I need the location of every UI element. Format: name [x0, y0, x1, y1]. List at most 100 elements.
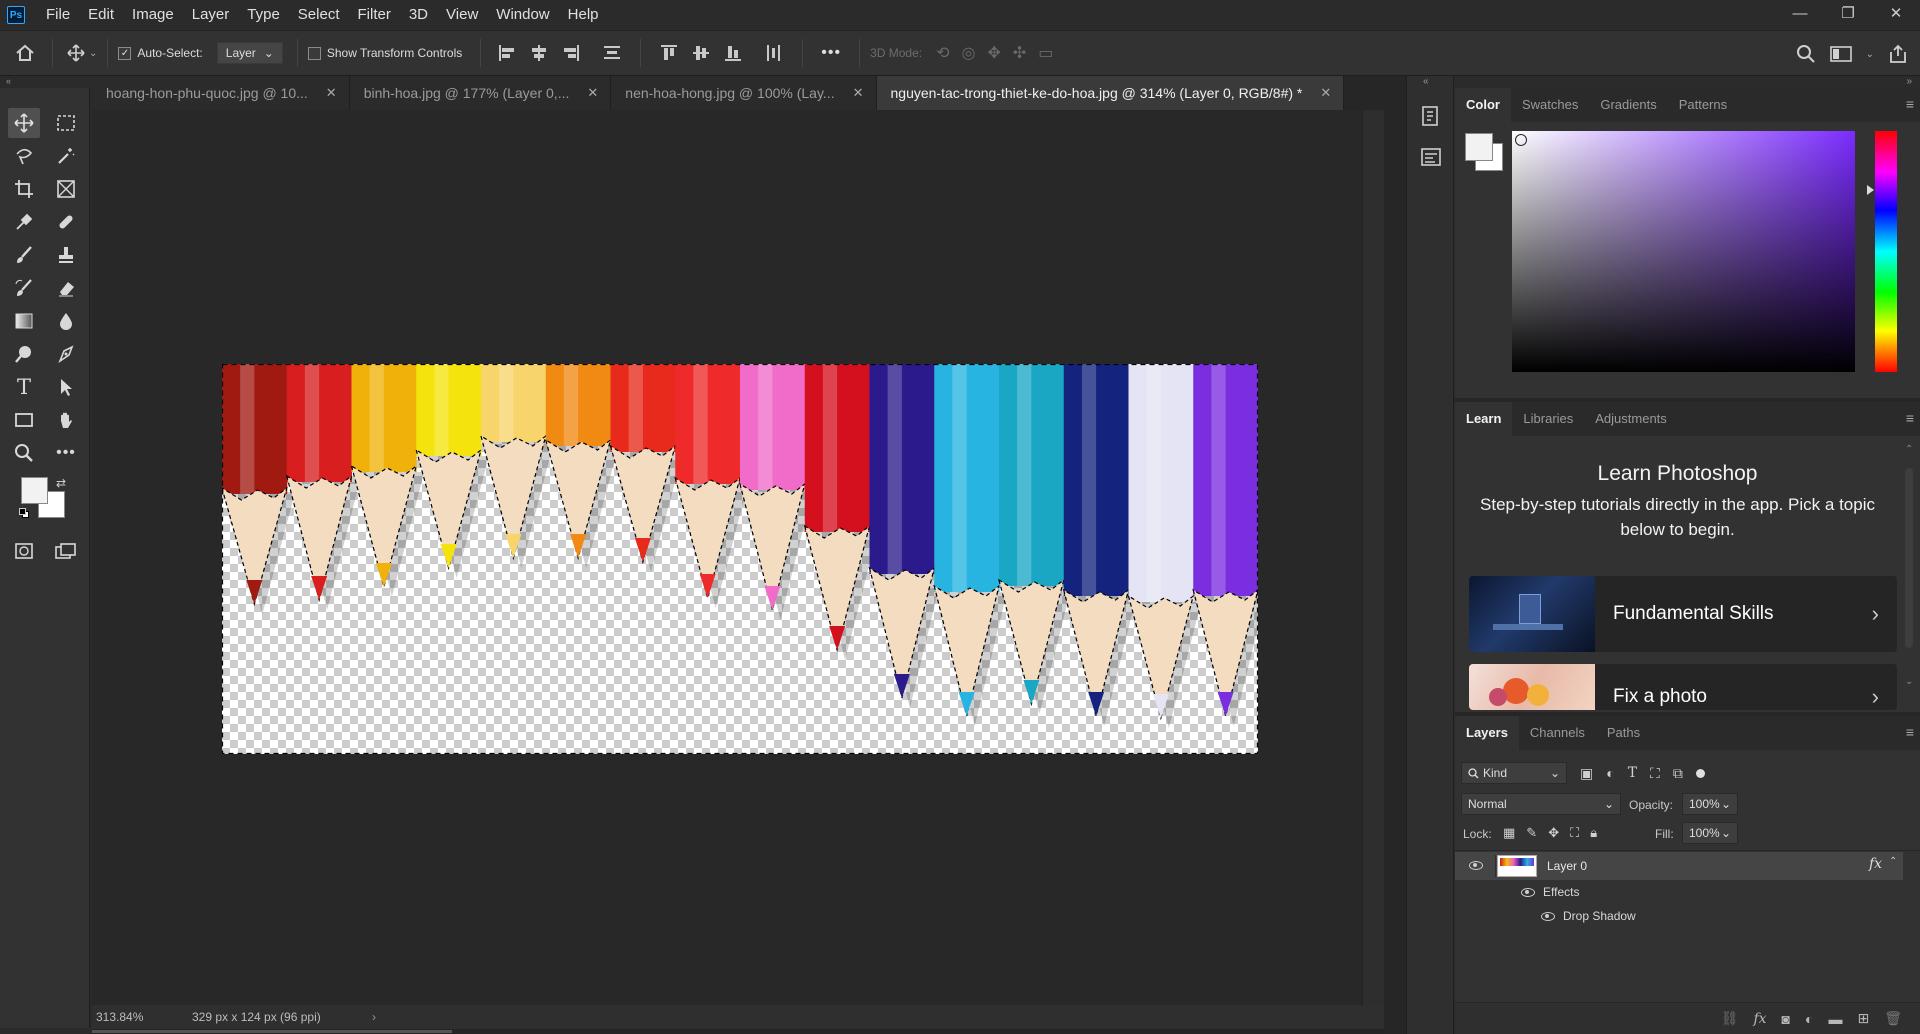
share-icon[interactable]: [1888, 44, 1908, 64]
frame-tool-icon[interactable]: [50, 174, 82, 204]
chevron-down-icon[interactable]: ⌄: [1866, 49, 1874, 60]
adjustment-layer-icon[interactable]: ◐: [1805, 1011, 1813, 1027]
more-tools-icon[interactable]: •••: [50, 438, 82, 468]
lock-transparent-icon[interactable]: ▦: [1503, 825, 1515, 841]
hue-slider-handle[interactable]: [1867, 185, 1874, 195]
foreground-color-swatch[interactable]: [21, 477, 48, 504]
menu-filter[interactable]: Filter: [349, 0, 400, 30]
show-transform-checkbox[interactable]: [307, 46, 321, 60]
tab-gradients[interactable]: Gradients: [1589, 88, 1667, 122]
quick-mask-icon[interactable]: [8, 536, 40, 566]
effect-name[interactable]: Drop Shadow: [1563, 909, 1636, 923]
clone-stamp-icon[interactable]: [50, 240, 82, 270]
dock-expand-handle[interactable]: «: [1407, 76, 1453, 88]
align-center-h-icon[interactable]: [528, 42, 550, 64]
eyedropper-tool-icon[interactable]: [8, 207, 40, 237]
lock-all-icon[interactable]: 🔒︎: [1590, 825, 1597, 841]
move-tool-icon[interactable]: [8, 108, 40, 138]
layer-style-icon[interactable]: fx: [1753, 1011, 1766, 1027]
filter-type-icon[interactable]: T: [1628, 765, 1637, 781]
3d-scale-icon[interactable]: ▭: [1038, 43, 1053, 63]
lock-artboard-icon[interactable]: ⛶: [1570, 825, 1579, 841]
menu-select[interactable]: Select: [289, 0, 349, 30]
tab-adjustments[interactable]: Adjustments: [1584, 402, 1678, 436]
delete-layer-icon[interactable]: 🗑︎: [1884, 1010, 1902, 1027]
fx-indicator[interactable]: fx: [1869, 856, 1882, 872]
eye-visibility-icon[interactable]: [1521, 888, 1535, 897]
align-left-icon[interactable]: [496, 42, 518, 64]
minimize-button[interactable]: —: [1776, 0, 1824, 26]
blend-mode-dropdown[interactable]: Normal ⌄: [1461, 793, 1621, 815]
panel-menu-icon[interactable]: ≡: [1906, 724, 1914, 740]
canvas-area[interactable]: [92, 110, 1384, 1005]
layer-filter-dropdown[interactable]: Kind ⌄: [1461, 762, 1567, 784]
pen-tool-icon[interactable]: [50, 339, 82, 369]
3d-slide-icon[interactable]: ✣: [1013, 43, 1026, 63]
zoom-tool-icon[interactable]: [8, 438, 40, 468]
screen-mode-icon[interactable]: [50, 536, 82, 566]
effect-row-drop-shadow[interactable]: Drop Shadow: [1455, 904, 1903, 928]
tab-document[interactable]: nen-hoa-hong.jpg @ 100% (Lay... ✕: [611, 76, 877, 110]
healing-brush-icon[interactable]: [50, 207, 82, 237]
workspace-icon[interactable]: [1829, 45, 1852, 63]
status-arrow-icon[interactable]: ›: [372, 1010, 376, 1024]
menu-layer[interactable]: Layer: [183, 0, 239, 30]
properties-panel-icon[interactable]: [1419, 145, 1453, 172]
layers-scrollbar[interactable]: [1903, 852, 1915, 1002]
effects-row[interactable]: Effects: [1455, 880, 1903, 904]
learn-scrollbar[interactable]: ⌃ ⌄: [1903, 436, 1915, 706]
3d-pan-icon[interactable]: ✥: [987, 43, 1000, 63]
close-window-button[interactable]: ✕: [1872, 0, 1920, 26]
menu-image[interactable]: Image: [123, 0, 183, 30]
layer-mask-icon[interactable]: ◙: [1782, 1011, 1790, 1027]
zoom-level[interactable]: 313.84%: [92, 1010, 192, 1024]
align-center-v-icon[interactable]: [690, 42, 712, 64]
history-brush-icon[interactable]: [8, 273, 40, 303]
learn-card-fix-a-photo[interactable]: Fix a photo ›: [1469, 664, 1897, 710]
close-icon[interactable]: ✕: [587, 85, 598, 101]
lock-image-icon[interactable]: ✎: [1526, 825, 1537, 841]
magic-wand-icon[interactable]: [50, 141, 82, 171]
new-group-icon[interactable]: ▬: [1828, 1011, 1842, 1027]
auto-select-target-dropdown[interactable]: Layer ⌄: [216, 42, 283, 64]
menu-view[interactable]: View: [437, 0, 487, 30]
crop-tool-icon[interactable]: [8, 174, 40, 204]
auto-select-checkbox[interactable]: ✓: [118, 46, 132, 60]
menu-type[interactable]: Type: [238, 0, 289, 30]
panel-menu-icon[interactable]: ≡: [1906, 96, 1914, 112]
panel-menu-icon[interactable]: ≡: [1906, 410, 1914, 426]
menu-file[interactable]: File: [37, 0, 79, 30]
lasso-tool-icon[interactable]: [8, 141, 40, 171]
tab-libraries[interactable]: Libraries: [1512, 402, 1584, 436]
document-canvas[interactable]: [222, 364, 1258, 754]
menu-help[interactable]: Help: [559, 0, 608, 30]
brush-tool-icon[interactable]: [8, 240, 40, 270]
tab-learn[interactable]: Learn: [1455, 402, 1513, 436]
new-layer-icon[interactable]: ⊞: [1857, 1010, 1869, 1027]
swap-colors-icon[interactable]: ⇄: [56, 476, 66, 490]
horizontal-scrollbar[interactable]: [92, 1029, 1384, 1034]
tab-paths[interactable]: Paths: [1596, 716, 1651, 750]
filter-shape-icon[interactable]: ⛶: [1650, 765, 1660, 782]
tab-swatches[interactable]: Swatches: [1511, 88, 1589, 122]
close-icon[interactable]: ✕: [326, 85, 337, 101]
hue-slider[interactable]: [1875, 131, 1897, 372]
filter-toggle-icon[interactable]: [1695, 768, 1705, 778]
home-icon[interactable]: [0, 44, 50, 62]
color-picker-cursor[interactable]: [1515, 134, 1527, 146]
tab-document[interactable]: hoang-hon-phu-quoc.jpg @ 10... ✕: [92, 76, 350, 110]
filter-smart-object-icon[interactable]: ⧉: [1673, 765, 1683, 782]
opacity-field[interactable]: 100% ⌄: [1682, 793, 1738, 815]
menu-edit[interactable]: Edit: [79, 0, 123, 30]
layer-row[interactable]: Layer 0 fx ⌃: [1455, 852, 1903, 880]
eye-visibility-icon[interactable]: [1469, 861, 1483, 870]
align-bottom-icon[interactable]: [722, 42, 744, 64]
eye-visibility-icon[interactable]: [1541, 912, 1555, 921]
lock-position-icon[interactable]: ✥: [1548, 825, 1559, 841]
distribute-horizontal-icon[interactable]: [763, 42, 785, 64]
restore-button[interactable]: ❐: [1824, 0, 1872, 26]
tab-layers[interactable]: Layers: [1455, 716, 1519, 750]
close-icon[interactable]: ✕: [1320, 85, 1331, 101]
eraser-tool-icon[interactable]: [50, 273, 82, 303]
distribute-vertical-icon[interactable]: [601, 42, 623, 64]
